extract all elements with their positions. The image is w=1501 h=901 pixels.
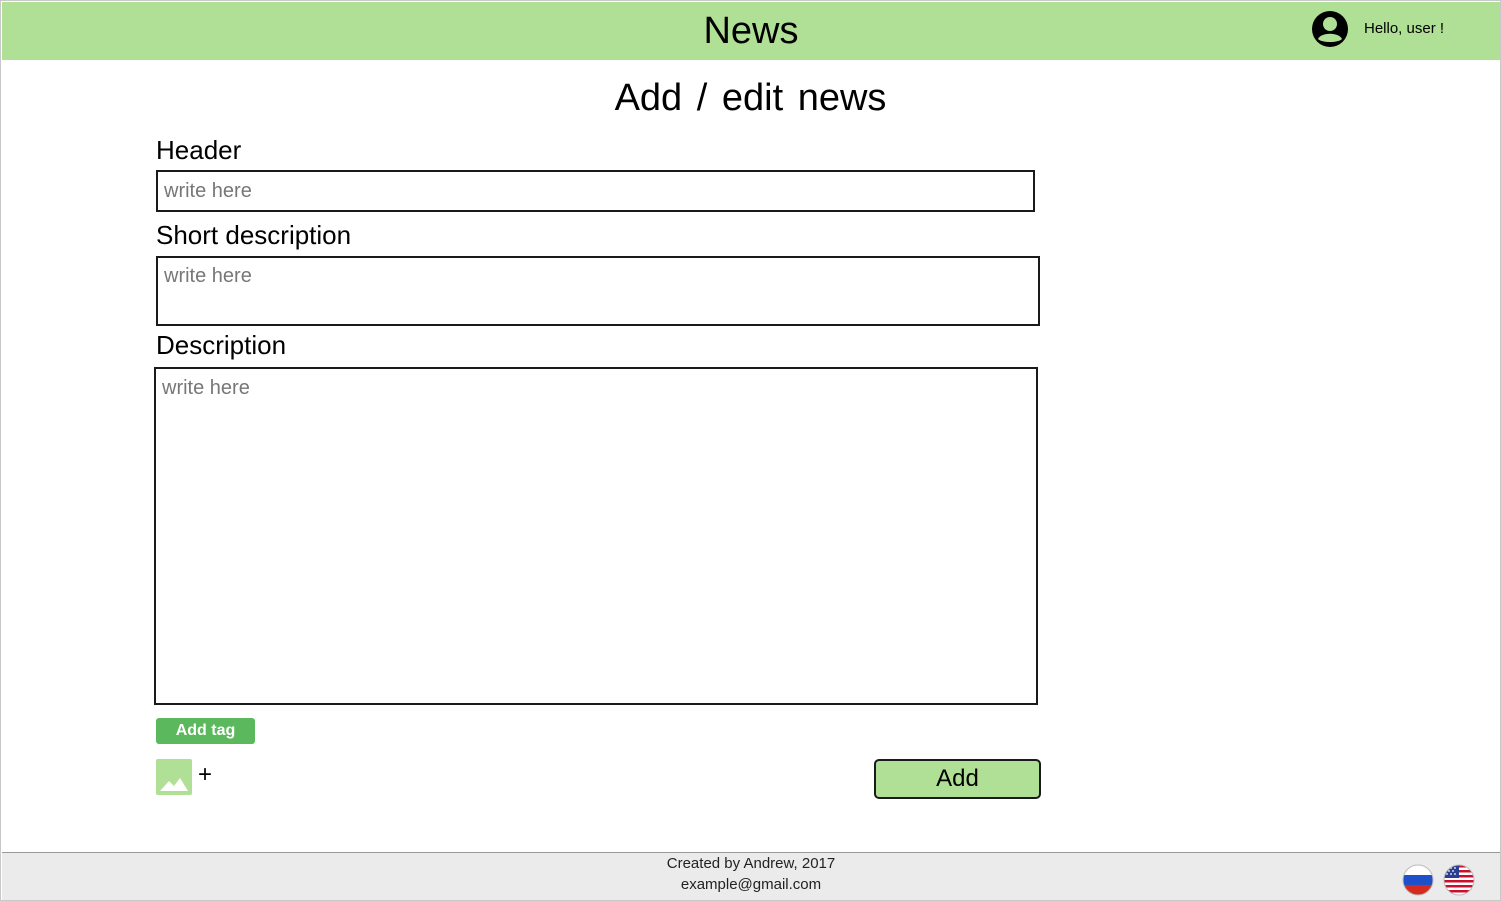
add-tag-button[interactable]: Add tag	[156, 718, 255, 744]
short-description-textarea[interactable]	[156, 256, 1040, 326]
description-label: Description	[156, 330, 287, 360]
add-news-button[interactable]: Add	[874, 759, 1041, 799]
short-description-label: Short description	[156, 220, 352, 250]
russia-flag-icon[interactable]	[1402, 864, 1434, 896]
app-title: News	[703, 10, 799, 52]
footer-credit: Created by Andrew, 2017	[666, 855, 836, 872]
header-input[interactable]	[156, 170, 1035, 212]
account-circle-icon[interactable]	[1311, 10, 1349, 48]
image-icon[interactable]	[156, 759, 192, 795]
description-textarea[interactable]	[154, 367, 1038, 705]
footer: Created by Andrew, 2017 example@gmail.co…	[2, 852, 1500, 900]
footer-email: example@gmail.com	[680, 876, 822, 893]
top-bar: News	[2, 2, 1500, 60]
user-greeting[interactable]: Hello, user !	[1364, 20, 1444, 38]
header-label: Header	[156, 135, 242, 165]
add-image-plus[interactable]: +	[198, 761, 212, 789]
usa-flag-icon[interactable]	[1443, 864, 1475, 896]
page-title: Add / edit news	[614, 77, 887, 119]
